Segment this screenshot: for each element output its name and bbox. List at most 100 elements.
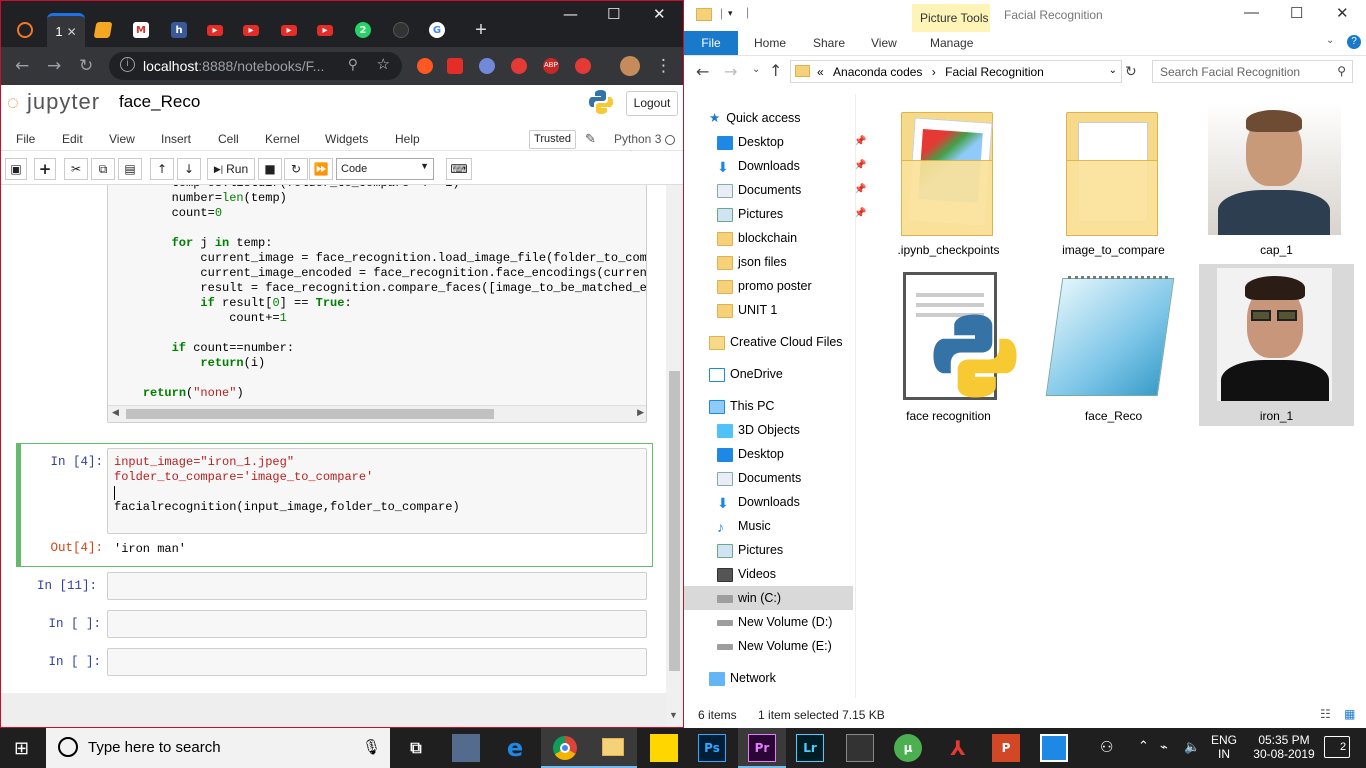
vertical-scrollbar[interactable]: ▼ bbox=[666, 185, 683, 727]
address-overflow[interactable]: « bbox=[817, 65, 824, 79]
volume-icon[interactable]: 🔈 bbox=[1184, 739, 1200, 755]
file-image-to-compare[interactable]: image_to_compare bbox=[1036, 100, 1191, 260]
nav-drive-c[interactable]: win (C:) bbox=[684, 586, 853, 610]
terminal-icon[interactable] bbox=[846, 734, 874, 762]
move-up-button[interactable]: ↑ bbox=[150, 158, 174, 180]
app-icon[interactable] bbox=[1040, 734, 1068, 762]
nav-pc-pictures[interactable]: Pictures bbox=[717, 538, 887, 562]
tab-anaconda[interactable] bbox=[7, 13, 43, 47]
notebook-title[interactable]: face_Reco bbox=[119, 92, 200, 112]
nav-blockchain[interactable]: blockchain bbox=[717, 226, 887, 250]
insert-cell-button[interactable]: + bbox=[34, 158, 56, 180]
tab-youtube-3[interactable]: ▸ bbox=[271, 13, 307, 47]
code-cell-previous[interactable]: temp=os.listdir(folder_to_compare+'/'+i)… bbox=[107, 185, 647, 423]
sticky-notes-icon[interactable] bbox=[650, 734, 678, 762]
extension-hand-icon[interactable] bbox=[511, 58, 527, 74]
cut-button[interactable]: ✂ bbox=[64, 158, 88, 180]
interrupt-button[interactable]: ■ bbox=[258, 158, 282, 180]
nav-json-files[interactable]: json files bbox=[717, 250, 887, 274]
nav-videos[interactable]: Videos bbox=[717, 562, 887, 586]
tab-hackerearth[interactable]: h bbox=[161, 13, 197, 47]
microphone-icon[interactable]: 🎙 bbox=[362, 738, 381, 756]
chrome-taskbar-button[interactable] bbox=[541, 728, 589, 768]
chevron-down-icon[interactable]: ⌄ bbox=[1109, 65, 1117, 76]
menu-edit[interactable]: Edit bbox=[62, 132, 83, 146]
tab-youtube-4[interactable]: ▸ bbox=[307, 13, 343, 47]
scroll-right-icon[interactable]: ▶ bbox=[637, 407, 644, 418]
taskbar-search-input[interactable]: Type here to search 🎙 bbox=[46, 728, 390, 768]
back-arrow-icon[interactable]: ← bbox=[696, 62, 709, 81]
nav-this-pc[interactable]: This PC bbox=[709, 394, 879, 418]
cell-type-select[interactable]: Code ▼ bbox=[336, 158, 434, 180]
ribbon-tab-home[interactable]: Home bbox=[754, 36, 786, 50]
nav-drive-d[interactable]: New Volume (D:) bbox=[717, 610, 887, 634]
nav-music[interactable]: ♪ Music bbox=[717, 514, 887, 538]
language-indicator[interactable]: ENG IN bbox=[1204, 733, 1244, 761]
code-cell-input[interactable]: input_image="iron_1.jpeg" folder_to_comp… bbox=[107, 448, 647, 534]
close-window-button[interactable]: ✕ bbox=[653, 5, 666, 23]
tab-youtube-2[interactable]: ▸ bbox=[233, 13, 269, 47]
nav-drive-e[interactable]: New Volume (E:) bbox=[717, 634, 887, 658]
nav-pc-documents[interactable]: Documents bbox=[717, 466, 887, 490]
powerpoint-icon[interactable]: P bbox=[992, 734, 1020, 762]
url-bar[interactable]: i localhost:8888/notebooks/F... ⚲ ☆ bbox=[109, 52, 402, 80]
tab-gmail[interactable]: M bbox=[123, 13, 159, 47]
scroll-left-icon[interactable]: ◀ bbox=[112, 407, 119, 418]
forward-arrow-icon[interactable]: → bbox=[47, 56, 61, 76]
paste-button[interactable]: ▤ bbox=[118, 158, 142, 180]
recent-locations-icon[interactable]: ⌄ bbox=[752, 64, 760, 75]
menu-view[interactable]: View bbox=[109, 132, 135, 146]
avatar[interactable] bbox=[620, 56, 640, 76]
file-face-reco[interactable]: face_Reco bbox=[1036, 266, 1191, 426]
ribbon-tab-view[interactable]: View bbox=[871, 36, 897, 50]
ribbon-tab-file[interactable]: File bbox=[684, 31, 738, 55]
extension-youtube-icon[interactable] bbox=[447, 58, 463, 74]
maximize-button[interactable]: ☐ bbox=[607, 5, 620, 23]
address-bar[interactable]: « Anaconda codes › Facial Recognition ⌄ bbox=[790, 60, 1122, 83]
task-view-icon[interactable]: ⧉ bbox=[402, 734, 430, 762]
close-icon[interactable]: ✕ bbox=[67, 25, 77, 39]
nav-desktop[interactable]: Desktop 📌 bbox=[717, 130, 887, 154]
code-cell-empty-2[interactable] bbox=[107, 610, 647, 638]
nav-network[interactable]: Network bbox=[709, 666, 879, 690]
extension-discord-icon[interactable] bbox=[479, 58, 495, 74]
up-arrow-icon[interactable]: ↑ bbox=[769, 61, 782, 80]
nav-quick-access[interactable]: ★ Quick access bbox=[709, 106, 879, 130]
move-down-button[interactable]: ↓ bbox=[177, 158, 201, 180]
adblock-plus-icon[interactable]: ABP bbox=[543, 58, 559, 74]
photoshop-icon[interactable]: Ps bbox=[698, 734, 726, 762]
network-status-icon[interactable]: ⌁ bbox=[1160, 739, 1168, 755]
notification-center-icon[interactable]: 2 bbox=[1324, 736, 1350, 758]
back-arrow-icon[interactable]: ← bbox=[15, 56, 29, 76]
scroll-down-icon[interactable]: ▼ bbox=[669, 710, 678, 720]
menu-help[interactable]: Help bbox=[395, 132, 420, 146]
forward-arrow-icon[interactable]: → bbox=[724, 62, 737, 81]
breadcrumb-anaconda-codes[interactable]: Anaconda codes bbox=[833, 65, 922, 79]
tab-google[interactable]: G bbox=[419, 13, 455, 47]
code-cell-empty-1[interactable] bbox=[107, 572, 647, 600]
extension-camera-icon[interactable] bbox=[575, 58, 591, 74]
close-window-button[interactable]: ✕ bbox=[1336, 4, 1349, 22]
file-face-recognition[interactable]: face recognition bbox=[871, 266, 1026, 426]
help-icon[interactable]: ? bbox=[1347, 35, 1361, 49]
premiere-taskbar-button[interactable]: Pr bbox=[738, 728, 786, 768]
edit-pencil-icon[interactable]: ✎ bbox=[585, 131, 596, 147]
trusted-badge[interactable]: Trusted bbox=[529, 130, 576, 149]
nav-pc-downloads[interactable]: ⬇ Downloads bbox=[717, 490, 887, 514]
nav-unit-1[interactable]: UNIT 1 bbox=[717, 298, 887, 322]
menu-kernel[interactable]: Kernel bbox=[265, 132, 300, 146]
scrollbar-thumb[interactable] bbox=[669, 371, 680, 671]
nav-documents[interactable]: Documents 📌 bbox=[717, 178, 887, 202]
scrollbar-thumb[interactable] bbox=[126, 409, 494, 419]
maximize-button[interactable]: ☐ bbox=[1290, 4, 1303, 22]
lightroom-icon[interactable]: Lr bbox=[796, 734, 824, 762]
nav-pictures[interactable]: Pictures 📌 bbox=[717, 202, 887, 226]
tab-github[interactable] bbox=[383, 13, 419, 47]
code-cell-empty-3[interactable] bbox=[107, 648, 647, 676]
search-icon[interactable]: ⚲ bbox=[1337, 64, 1346, 78]
run-button[interactable]: ▶| Run bbox=[207, 158, 255, 180]
extension-fire-icon[interactable] bbox=[417, 58, 433, 74]
menu-cell[interactable]: Cell bbox=[218, 132, 239, 146]
restart-run-all-button[interactable]: ⏩ bbox=[309, 158, 333, 180]
search-input[interactable]: Search Facial Recognition ⚲ bbox=[1152, 60, 1353, 83]
